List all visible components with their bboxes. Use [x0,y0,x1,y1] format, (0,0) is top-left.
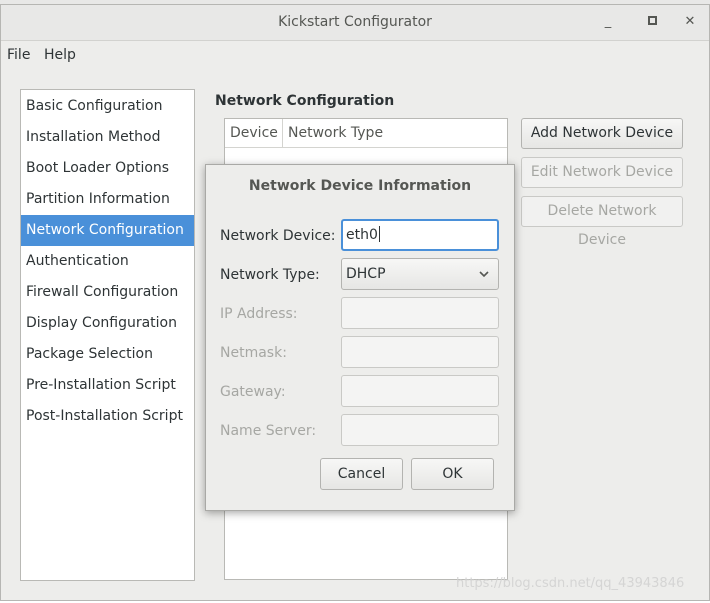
sidebar-item-boot-loader-options[interactable]: Boot Loader Options [21,153,194,184]
sidebar-item-partition-information[interactable]: Partition Information [21,184,194,215]
sidebar-item-package-selection[interactable]: Package Selection [21,339,194,370]
sidebar-item-installation-method[interactable]: Installation Method [21,122,194,153]
name-server-input [341,414,499,446]
network-type-value: DHCP [346,266,386,282]
sidebar-item-network-configuration[interactable]: Network Configuration [21,215,194,246]
menu-help[interactable]: Help [44,47,76,63]
table-header: Device Network Type [225,119,507,148]
close-icon: ✕ [684,14,696,29]
sidebar-item-basic-configuration[interactable]: Basic Configuration [21,91,194,122]
watermark: https://blog.csdn.net/qq_43943846 [456,576,685,591]
gateway-input [341,375,499,407]
maximize-button[interactable] [643,13,661,31]
dialog-title: Network Device Information [248,178,472,194]
cancel-button[interactable]: Cancel [320,458,403,490]
network-device-dialog: Network Device Information Network Devic… [205,164,515,511]
sidebar-item-firewall-configuration[interactable]: Firewall Configuration [21,277,194,308]
column-header-device[interactable]: Device [225,119,283,148]
delete-network-device-button: Delete Network Device [521,196,683,248]
column-header-network-type[interactable]: Network Type [283,119,483,148]
netmask-label: Netmask: [220,345,287,361]
ip-address-label: IP Address: [220,306,298,322]
network-device-input[interactable]: eth0 [341,219,499,251]
add-network-device-button[interactable]: Add Network Device [521,118,683,149]
close-button[interactable]: ✕ [681,13,699,31]
minimize-icon: _ [604,14,612,29]
text-caret [378,226,380,242]
category-sidebar: Basic Configuration Installation Method Bo… [20,89,195,581]
ip-address-input [341,297,499,329]
ok-button[interactable]: OK [411,458,494,490]
chevron-down-icon [479,271,489,278]
section-title: Network Configuration [215,93,395,109]
kickstart-window: Kickstart Configurator _ ✕ File Help Bas… [0,4,710,601]
name-server-label: Name Server: [220,423,317,439]
network-device-label: Network Device: [220,228,336,244]
gateway-label: Gateway: [220,384,286,400]
minimize-button[interactable]: _ [599,13,617,31]
netmask-input [341,336,499,368]
network-type-label: Network Type: [220,267,320,283]
title-bar: Kickstart Configurator _ ✕ [1,5,709,41]
network-device-value: eth0 [346,227,378,243]
menu-file[interactable]: File [7,47,30,63]
sidebar-item-post-installation-script[interactable]: Post-Installation Script [21,401,194,432]
edit-network-device-button: Edit Network Device [521,157,683,188]
sidebar-item-authentication[interactable]: Authentication [21,246,194,277]
sidebar-item-pre-installation-script[interactable]: Pre-Installation Script [21,370,194,401]
sidebar-item-display-configuration[interactable]: Display Configuration [21,308,194,339]
menu-bar: File Help [1,41,709,71]
maximize-icon [647,15,657,25]
network-type-select[interactable]: DHCP [341,258,499,290]
